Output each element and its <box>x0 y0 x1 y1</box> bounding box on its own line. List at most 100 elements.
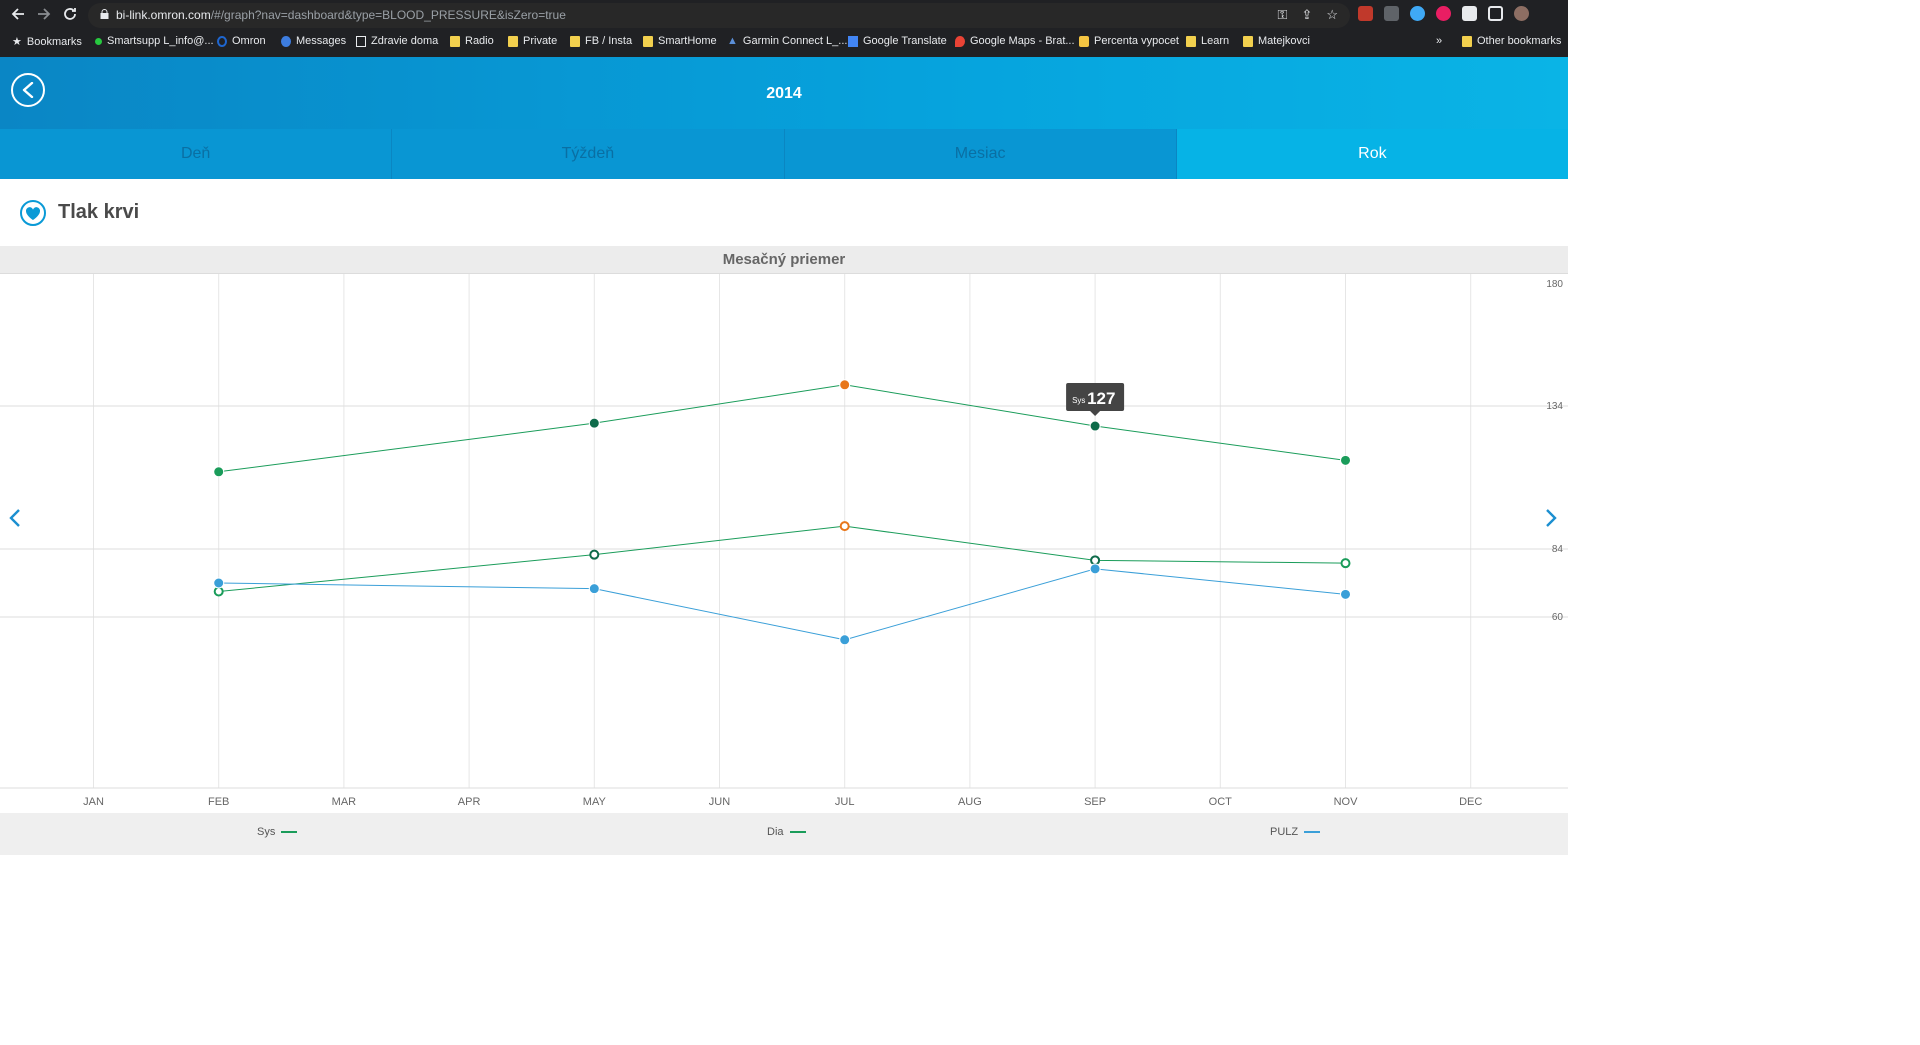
back-arrow-icon[interactable] <box>8 6 28 26</box>
bookmark-item[interactable]: Matejkovci <box>1243 35 1310 47</box>
bookmark-label: Google Translate <box>863 35 947 47</box>
data-point <box>839 634 851 646</box>
tab-month[interactable]: Mesiac <box>784 129 1177 179</box>
x-tick-label: NOV <box>1334 796 1359 808</box>
bookmark-label: Smartsupp L_info@... <box>107 35 214 47</box>
chart-area: 180 134 84 60 JAN FEB MAR APR MAY JUN JUL AUG SEP OCT… <box>0 273 1568 813</box>
ring-icon <box>217 35 227 47</box>
data-point <box>588 417 600 429</box>
site-icon <box>356 35 366 47</box>
garmin-icon: ▲ <box>727 35 738 47</box>
legend-swatch <box>789 831 806 833</box>
x-tick-label: AUG <box>958 796 982 808</box>
bookmark-item[interactable]: Percenta vypocet <box>1079 35 1179 47</box>
bookmark-label: FB / Insta <box>585 35 633 47</box>
star-icon: ★ <box>12 36 22 48</box>
key-icon[interactable]: ⚿ <box>1278 7 1288 23</box>
bookmark-item[interactable]: Learn <box>1186 35 1229 47</box>
share-icon[interactable]: ⇪ <box>1301 7 1312 23</box>
browser-chrome: bi-link.omron.com/#/graph?nav=dashboard&… <box>0 0 1568 57</box>
star-bookmark-icon[interactable]: ☆ <box>1326 7 1338 23</box>
legend-item-pulz[interactable]: PULZ <box>1270 826 1321 838</box>
bookmark-label: Google Maps - Brat... <box>970 35 1075 47</box>
dot-icon <box>95 37 102 45</box>
translate-icon <box>848 35 858 47</box>
extension-icon[interactable] <box>1358 6 1373 21</box>
address-bar[interactable]: bi-link.omron.com/#/graph?nav=dashboard&… <box>88 3 1350 28</box>
legend-label: PULZ <box>1270 826 1299 838</box>
title-row: Tlak krvi <box>0 179 1568 246</box>
bookmark-item[interactable]: ▲ Garmin Connect L_... <box>727 35 847 47</box>
folder-icon <box>643 35 653 47</box>
folder-icon <box>1462 35 1472 47</box>
bookmark-item[interactable]: Messages <box>281 35 346 47</box>
bookmarks-bar: ★ Bookmarks Smartsupp L_info@... Omron Me… <box>0 31 1568 53</box>
lock-icon <box>100 9 109 19</box>
bookmark-item[interactable]: Radio <box>450 35 494 47</box>
bookmark-item[interactable]: SmartHome <box>643 35 717 47</box>
extension-icon[interactable] <box>1384 6 1399 21</box>
series-line-dia <box>218 525 1346 592</box>
tab-year[interactable]: Rok <box>1176 129 1568 179</box>
bookmark-item[interactable]: Smartsupp L_info@... <box>95 35 214 47</box>
data-point <box>839 521 850 532</box>
legend-item-dia[interactable]: Dia <box>767 826 806 838</box>
extensions-area <box>1358 6 1529 21</box>
address-row: bi-link.omron.com/#/graph?nav=dashboard&… <box>0 0 1568 31</box>
series-line-sys <box>218 384 1346 473</box>
bookmark-item[interactable]: Zdravie doma <box>356 35 438 47</box>
data-point <box>1340 588 1351 600</box>
chevron-left-icon[interactable] <box>5 508 25 528</box>
x-tick-label: MAR <box>332 796 357 808</box>
legend-item-sys[interactable]: Sys <box>257 826 298 838</box>
data-point <box>589 549 600 560</box>
data-point <box>1340 558 1351 569</box>
legend-label: Sys <box>257 826 276 838</box>
bookmark-label: Radio <box>465 35 494 47</box>
x-tick-label: MAY <box>583 796 607 808</box>
url-domain: bi-link.omron.com <box>116 8 211 22</box>
bookmark-item[interactable]: FB / Insta <box>570 35 632 47</box>
y-tick-label: 84 <box>1552 544 1564 555</box>
x-tick-label: DEC <box>1459 796 1482 808</box>
bookmark-item[interactable]: Google Maps - Brat... <box>955 35 1075 47</box>
x-tick-label: FEB <box>208 796 229 808</box>
url-text: bi-link.omron.com/#/graph?nav=dashboard&… <box>116 8 566 22</box>
y-tick-label: 60 <box>1552 612 1564 623</box>
extension-icon[interactable] <box>1436 6 1451 21</box>
sidepanel-icon[interactable] <box>1488 6 1503 21</box>
other-bookmarks[interactable]: Other bookmarks <box>1462 35 1561 47</box>
data-point <box>1089 420 1101 432</box>
app-header: 2014 Deň Týždeň Mesiac Rok <box>0 57 1568 179</box>
forward-arrow-icon[interactable] <box>34 6 54 26</box>
bookmark-item[interactable]: Private <box>508 35 557 47</box>
chat-icon <box>281 35 291 47</box>
tab-day[interactable]: Deň <box>0 129 393 179</box>
bookmark-item[interactable]: Omron <box>217 35 266 47</box>
x-tick-label: JUN <box>709 796 730 808</box>
bookmark-label: Zdravie doma <box>371 35 439 47</box>
folder-icon <box>1243 35 1253 47</box>
reload-icon[interactable] <box>60 6 80 26</box>
bookmark-label: Garmin Connect L_... <box>742 35 848 47</box>
tab-week[interactable]: Týždeň <box>392 129 785 179</box>
x-tick-label: JUL <box>835 796 855 808</box>
legend-label: Dia <box>767 826 784 838</box>
data-point <box>1089 563 1101 575</box>
bookmark-item[interactable]: ★ Bookmarks <box>12 35 82 49</box>
folder-icon <box>450 35 460 47</box>
bookmark-label: Matejkovci <box>1258 35 1310 47</box>
folder-icon <box>1186 35 1196 47</box>
x-tick-label: SEP <box>1084 796 1106 808</box>
chevron-right-icon[interactable] <box>1541 508 1561 528</box>
puzzle-icon[interactable] <box>1462 6 1477 21</box>
tooltip-value: 127 <box>1087 389 1115 408</box>
data-point <box>1090 555 1101 566</box>
folder-icon <box>508 35 518 47</box>
bookmarks-overflow-button[interactable]: » <box>1436 35 1442 47</box>
bookmark-item[interactable]: Google Translate <box>848 35 947 47</box>
y-tick-label: 180 <box>1546 279 1563 290</box>
x-tick-label: APR <box>458 796 481 808</box>
extension-icon[interactable] <box>1410 6 1425 21</box>
avatar[interactable] <box>1514 6 1529 21</box>
